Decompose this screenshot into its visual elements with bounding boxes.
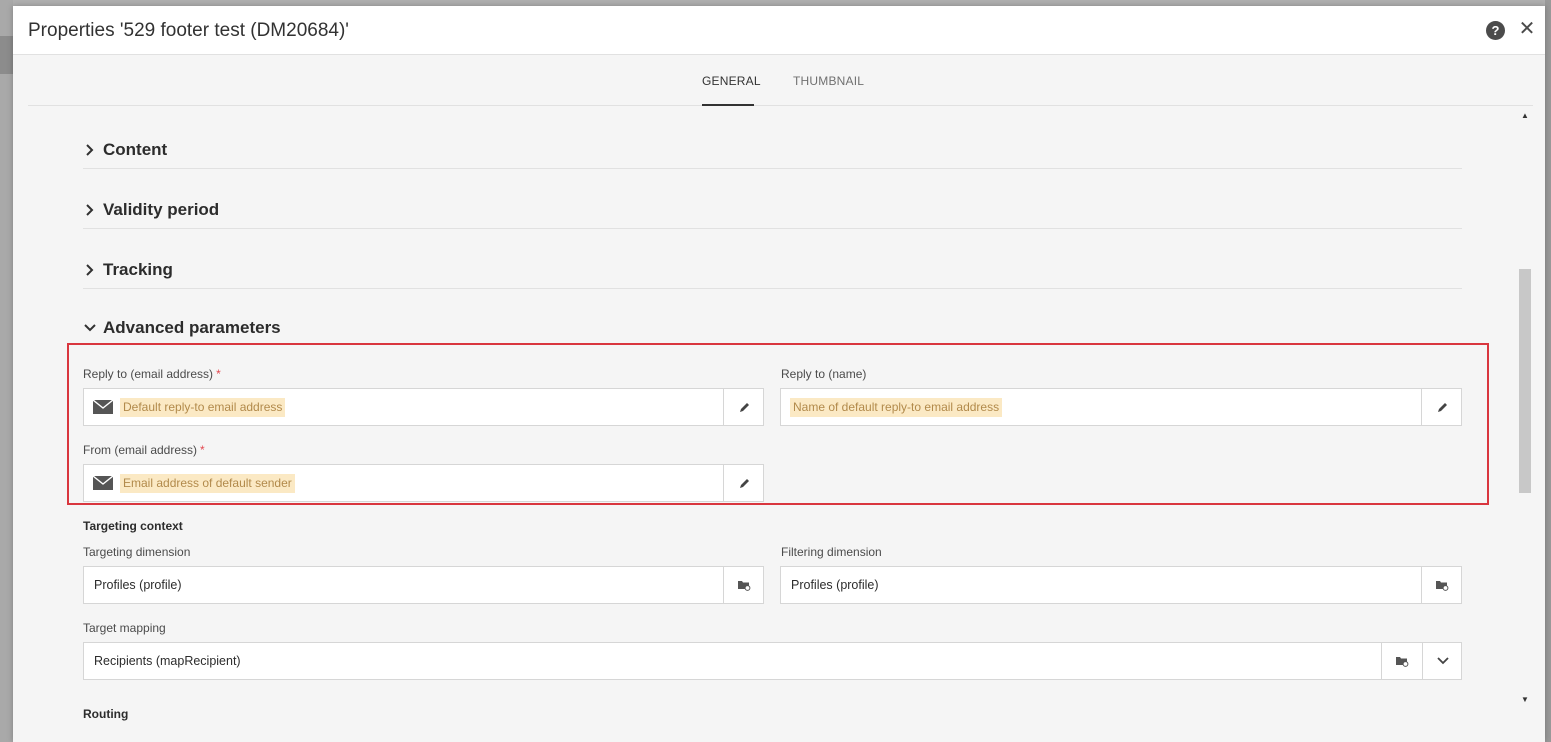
required-mark: * bbox=[216, 367, 221, 381]
routing-title: Routing bbox=[83, 707, 129, 721]
from-email-label: From (email address) * bbox=[83, 443, 205, 457]
section-content-header[interactable]: Content bbox=[83, 138, 167, 162]
pencil-icon bbox=[739, 402, 749, 412]
folder-icon bbox=[1396, 657, 1409, 667]
reply-to-name-field[interactable]: Name of default reply-to email address bbox=[780, 388, 1462, 426]
target-mapping-field[interactable]: Recipients (mapRecipient) bbox=[83, 642, 1462, 680]
browse-button[interactable] bbox=[723, 566, 764, 604]
reply-to-email-field[interactable]: Default reply-to email address bbox=[83, 388, 764, 426]
section-title: Content bbox=[103, 140, 168, 159]
properties-scroll-area: Content Validity period Tracking Advance… bbox=[13, 107, 1518, 742]
reply-to-name-label: Reply to (name) bbox=[781, 367, 867, 381]
section-validity-period-header[interactable]: Validity period bbox=[83, 198, 219, 222]
envelope-icon bbox=[93, 476, 113, 490]
label-text: From (email address) bbox=[83, 443, 198, 457]
properties-dialog: Properties '529 footer test (DM20684)' ?… bbox=[13, 6, 1545, 742]
folder-icon bbox=[1436, 581, 1449, 591]
dialog-title: Properties '529 footer test (DM20684)' bbox=[28, 20, 349, 41]
filtering-dimension-value: Profiles (profile) bbox=[791, 578, 879, 592]
edit-button[interactable] bbox=[1421, 388, 1462, 426]
edit-button[interactable] bbox=[723, 388, 764, 426]
tabs-bar: GENERAL THUMBNAIL bbox=[28, 55, 1533, 106]
chevron-right-icon bbox=[86, 264, 94, 276]
backdrop-notch bbox=[0, 36, 13, 74]
targeting-dimension-field[interactable]: Profiles (profile) bbox=[83, 566, 764, 604]
filtering-dimension-field[interactable]: Profiles (profile) bbox=[780, 566, 1462, 604]
target-mapping-value: Recipients (mapRecipient) bbox=[94, 654, 241, 668]
chevron-right-icon bbox=[86, 204, 94, 216]
target-mapping-label: Target mapping bbox=[83, 621, 166, 635]
reply-to-email-placeholder: Default reply-to email address bbox=[120, 398, 286, 417]
chevron-down-icon bbox=[84, 324, 96, 332]
targeting-dimension-value: Profiles (profile) bbox=[94, 578, 182, 592]
close-icon[interactable]: ✕ bbox=[1518, 18, 1536, 40]
scroll-up-icon[interactable]: ▲ bbox=[1521, 111, 1529, 120]
from-email-placeholder: Email address of default sender bbox=[120, 474, 295, 493]
tab-thumbnail[interactable]: THUMBNAIL bbox=[793, 74, 864, 106]
backdrop-left bbox=[0, 0, 13, 742]
section-tracking-header[interactable]: Tracking bbox=[83, 258, 173, 282]
dialog-header: Properties '529 footer test (DM20684)' ?… bbox=[13, 6, 1545, 55]
target-mapping-dropdown[interactable] bbox=[1422, 642, 1463, 680]
browse-button[interactable] bbox=[1381, 642, 1422, 680]
tab-general[interactable]: GENERAL bbox=[702, 74, 761, 106]
scroll-down-icon[interactable]: ▼ bbox=[1521, 695, 1529, 704]
pencil-icon bbox=[1437, 402, 1447, 412]
section-title: Advanced parameters bbox=[103, 318, 281, 337]
section-title: Tracking bbox=[103, 260, 173, 279]
section-tracking: Tracking bbox=[83, 229, 1462, 289]
pencil-icon bbox=[739, 478, 749, 488]
reply-to-name-placeholder: Name of default reply-to email address bbox=[790, 398, 1003, 417]
section-validity-period: Validity period bbox=[83, 169, 1462, 229]
folder-icon bbox=[738, 581, 751, 591]
edit-button[interactable] bbox=[723, 464, 764, 502]
chevron-down-icon bbox=[1437, 657, 1449, 665]
chevron-right-icon bbox=[86, 144, 94, 156]
section-title: Validity period bbox=[103, 200, 220, 219]
envelope-icon bbox=[93, 400, 113, 414]
from-email-field[interactable]: Email address of default sender bbox=[83, 464, 764, 502]
targeting-context-title: Targeting context bbox=[83, 519, 183, 533]
required-mark: * bbox=[200, 443, 205, 457]
targeting-dimension-label: Targeting dimension bbox=[83, 545, 191, 559]
filtering-dimension-label: Filtering dimension bbox=[781, 545, 882, 559]
browse-button[interactable] bbox=[1421, 566, 1462, 604]
help-icon[interactable]: ? bbox=[1486, 21, 1505, 40]
backdrop-right bbox=[1545, 0, 1551, 742]
section-advanced-parameters-header[interactable]: Advanced parameters bbox=[83, 316, 281, 340]
scroll-thumb[interactable] bbox=[1519, 269, 1531, 493]
section-content: Content bbox=[83, 109, 1462, 169]
label-text: Reply to (email address) bbox=[83, 367, 214, 381]
reply-to-email-label: Reply to (email address) * bbox=[83, 367, 221, 381]
vertical-scrollbar[interactable]: ▲ ▼ bbox=[1518, 107, 1532, 712]
